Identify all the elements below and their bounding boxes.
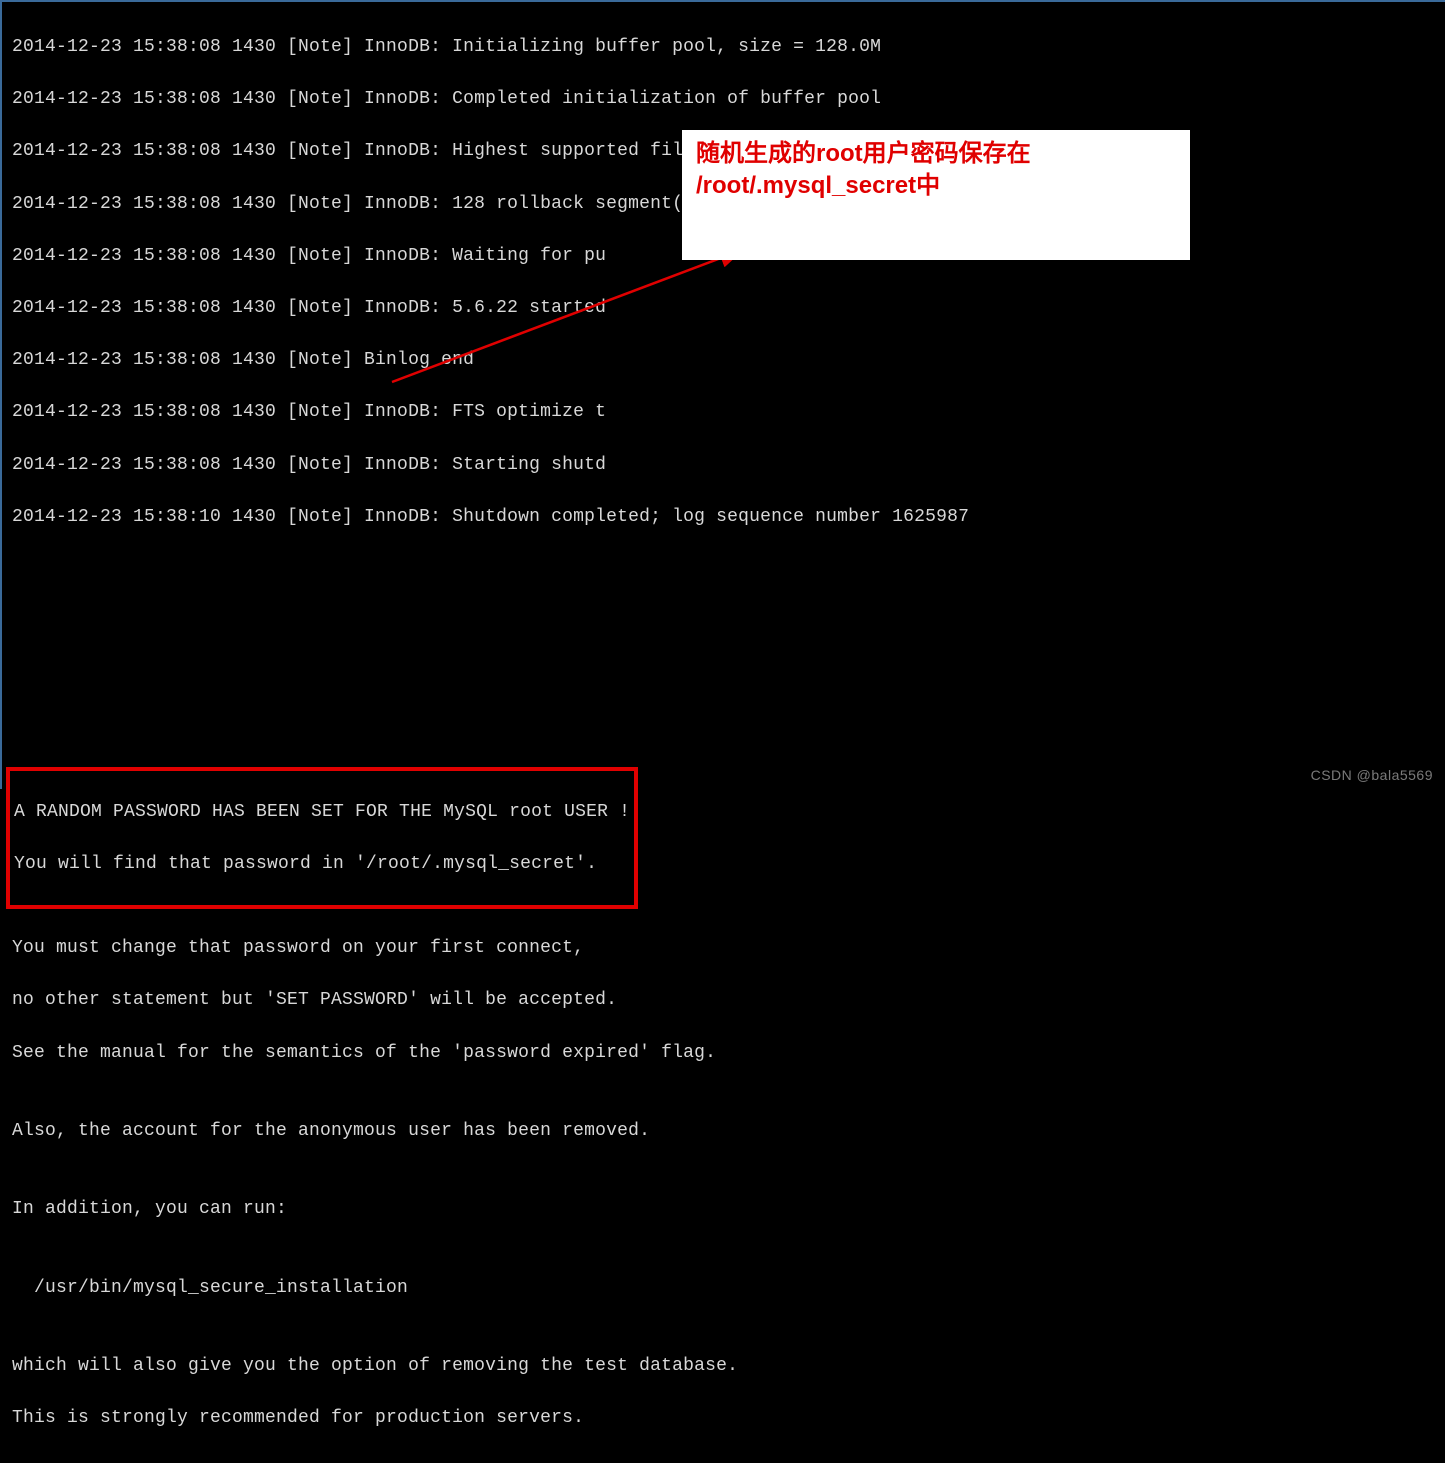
body-line: See the manual for the semantics of the … [12, 1040, 1435, 1066]
body-line: In addition, you can run: [12, 1196, 1435, 1222]
body-line: /usr/bin/mysql_secure_installation [12, 1275, 1435, 1301]
log-line: 2014-12-23 15:38:08 1430 [Note] InnoDB: … [12, 295, 1435, 321]
blank-line [12, 556, 1435, 582]
blank-line [12, 660, 1435, 686]
password-notice-line: You will find that password in '/root/.m… [14, 851, 630, 877]
log-line: 2014-12-23 15:38:08 1430 [Note] Binlog e… [12, 347, 1435, 373]
body-line: This is strongly recommended for product… [12, 1405, 1435, 1431]
blank-line [12, 608, 1435, 634]
log-line: 2014-12-23 15:38:08 1430 [Note] InnoDB: … [12, 452, 1435, 478]
annotation-callout: 随机生成的root用户密码保存在 /root/.mysql_secret中 [682, 130, 1190, 260]
log-line: 2014-12-23 15:38:08 1430 [Note] InnoDB: … [12, 399, 1435, 425]
log-line: 2014-12-23 15:38:08 1430 [Note] InnoDB: … [12, 34, 1435, 60]
callout-text-line: /root/.mysql_secret中 [696, 170, 1176, 202]
blank-line [12, 713, 1435, 739]
watermark-text: CSDN @bala5569 [1311, 767, 1433, 783]
callout-text-line: 随机生成的root用户密码保存在 [696, 138, 1176, 170]
log-line: 2014-12-23 15:38:08 1430 [Note] InnoDB: … [12, 86, 1435, 112]
log-line: 2014-12-23 15:38:10 1430 [Note] InnoDB: … [12, 504, 1435, 530]
body-line: You must change that password on your fi… [12, 935, 1435, 961]
password-notice-line: A RANDOM PASSWORD HAS BEEN SET FOR THE M… [14, 799, 630, 825]
body-line: no other statement but 'SET PASSWORD' wi… [12, 987, 1435, 1013]
body-line: Also, the account for the anonymous user… [12, 1118, 1435, 1144]
password-notice-box: A RANDOM PASSWORD HAS BEEN SET FOR THE M… [6, 767, 638, 909]
body-line: which will also give you the option of r… [12, 1353, 1435, 1379]
